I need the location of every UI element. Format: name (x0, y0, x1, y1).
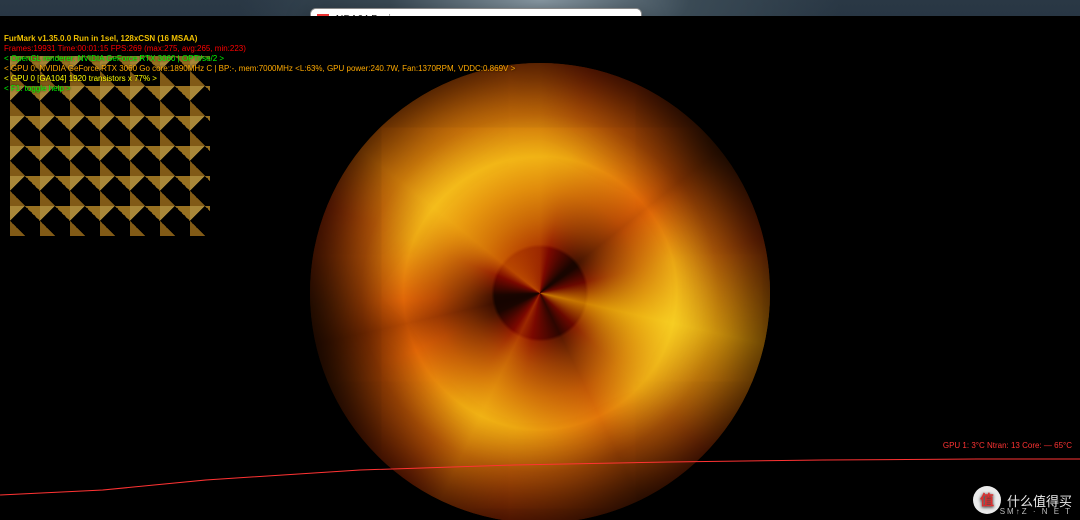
hud-frames: Frames:19931 Time:00:01:15 FPS:269 (max:… (4, 44, 1076, 54)
furmark-scene: FurMark v1.35.0.0 Run in 1sel, 128xCSN (… (0, 16, 1080, 520)
hud-help: < F1: toggle help > (4, 84, 1076, 94)
watermark-badge: 值 (973, 486, 1001, 514)
gpu-osd: GPU 1: 3°C Ntran: 13 Core: ― 65°C (943, 441, 1072, 450)
hud-title: FurMark v1.35.0.0 Run in 1sel, 128xCSN (… (4, 34, 1076, 44)
watermark: 值 什么值得买 SM↑Z · N E T (973, 486, 1072, 514)
furmark-window: Geeks3D FurMark v1.35.0.0 - 269FPS, GPU1… (0, 0, 424, 284)
hud-gpu2: < GPU 0 [GA104] 1920 transistors x 77% > (4, 74, 1076, 84)
furmark-hud: FurMark v1.35.0.0 Run in 1sel, 128xCSN (… (4, 34, 1076, 94)
hud-gpu: < GPU 0: NVIDIA GeForce RTX 3060 Go core… (4, 64, 1076, 74)
hud-renderer: < OpenGL renderer: NVIDIA GeForce RTX 30… (4, 54, 1076, 64)
watermark-sub: SM↑Z · N E T (1000, 507, 1072, 516)
